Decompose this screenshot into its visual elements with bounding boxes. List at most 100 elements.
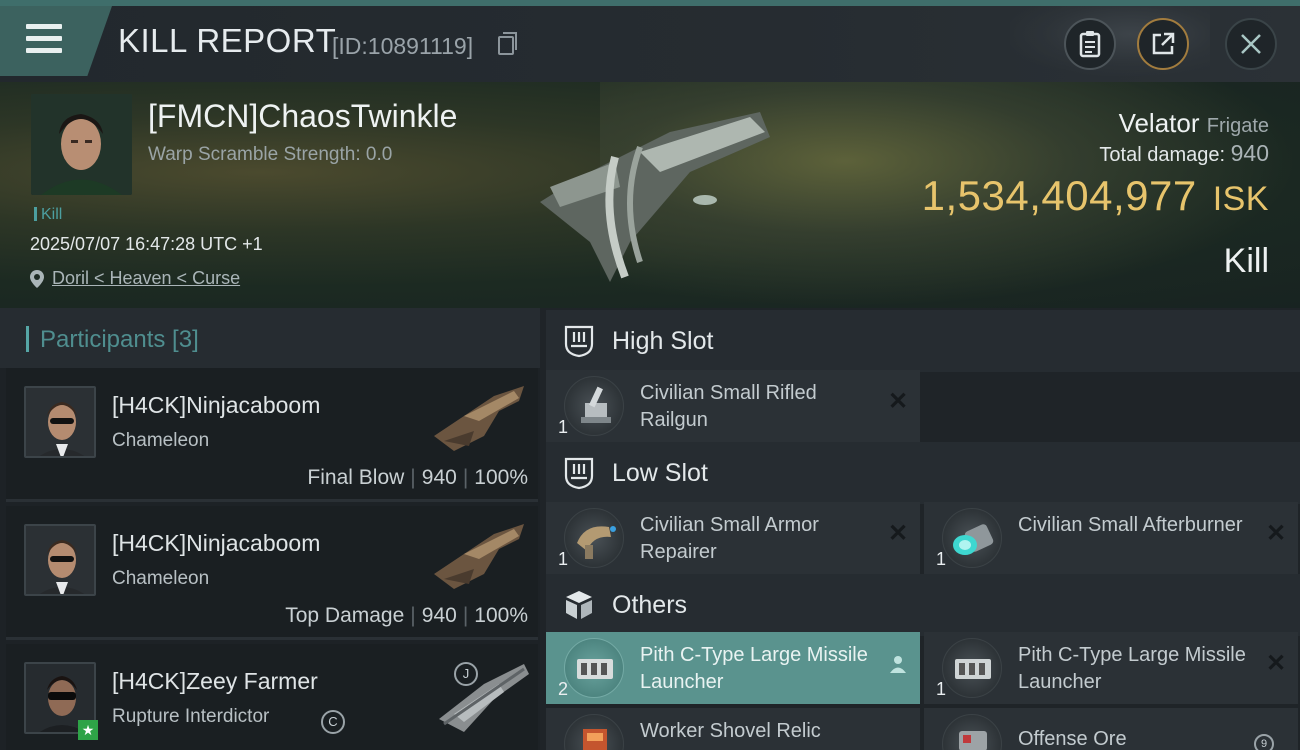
warp-scramble-strength: Warp Scramble Strength: 0.0 xyxy=(148,144,393,165)
menu-icon xyxy=(26,24,62,54)
item-name: Civilian Small Afterburner xyxy=(1018,514,1243,536)
participant-ship: Rupture Interdictor xyxy=(112,706,270,727)
star-badge-icon: ★ xyxy=(78,720,98,740)
others-label: Others xyxy=(612,591,688,619)
fitting-item[interactable]: 1 Civilian Small Rifled Railgun ✕ xyxy=(546,370,920,442)
location-link[interactable]: Doril < Heaven < Curse xyxy=(52,268,240,289)
railgun-icon xyxy=(564,376,624,436)
participant-stats: Top Damage | 940 | 100% xyxy=(285,604,528,627)
fitting-item[interactable]: Offense Ore 9 xyxy=(924,708,1298,750)
item-name: Civilian Small Rifled Railgun xyxy=(640,382,817,431)
item-name: Offense Ore xyxy=(1018,728,1127,750)
participant-stats: Final Blow | 940 | 100% xyxy=(307,466,528,489)
item-quantity: 1 xyxy=(558,417,569,437)
clipboard-button[interactable] xyxy=(1064,18,1116,70)
victim-name: [FMCN]ChaosTwinkle xyxy=(148,98,458,134)
participant-percent: 100% xyxy=(474,604,528,627)
missile-launcher-icon xyxy=(564,638,624,698)
location-pin-icon xyxy=(30,269,44,288)
high-slot-icon xyxy=(564,325,594,358)
high-slot-label: High Slot xyxy=(612,327,714,355)
destroyed-x-icon: ✕ xyxy=(888,520,909,547)
participant-ship-image xyxy=(434,524,524,589)
participant-role: Final Blow xyxy=(307,466,405,489)
avatar[interactable] xyxy=(24,524,96,596)
item-quantity: 1 xyxy=(936,549,947,569)
victim-banner: [FMCN]ChaosTwinkle Warp Scramble Strengt… xyxy=(0,82,1300,308)
share-button[interactable] xyxy=(1137,18,1189,70)
fitting-item[interactable]: 1 Pith C-Type Large Missile Launcher ✕ xyxy=(924,632,1298,704)
ore-icon xyxy=(942,714,1002,750)
victim-portrait[interactable] xyxy=(31,94,132,195)
item-name: Pith C-Type Large Missile Launcher xyxy=(1018,644,1246,693)
participant-row[interactable]: ★ [H4CK]Zeey Farmer Rupture Interdictor … xyxy=(6,644,538,750)
destroyed-x-icon: ✕ xyxy=(1266,650,1287,677)
participant-ship: Chameleon xyxy=(112,568,210,589)
total-damage-label: Total damage: xyxy=(1099,144,1226,166)
participant-name: [H4CK]Ninjacaboom xyxy=(112,530,321,556)
afterburner-icon xyxy=(942,508,1002,568)
report-id: [ID:10891119] xyxy=(332,33,474,59)
copy-icon[interactable] xyxy=(498,32,517,55)
missile-launcher-icon xyxy=(942,638,1002,698)
victim-ship-image xyxy=(540,112,770,282)
isk-unit: ISK xyxy=(1212,180,1269,218)
armor-repairer-icon xyxy=(564,508,624,568)
low-slot-header: Low Slot xyxy=(546,442,1300,504)
ship-class: Frigate xyxy=(1206,115,1269,137)
item-quantity: 2 xyxy=(558,679,569,699)
participant-ship-image xyxy=(434,386,524,451)
low-slot-label: Low Slot xyxy=(612,459,708,487)
dropped-person-icon xyxy=(888,654,908,674)
destroyed-x-icon: ✕ xyxy=(1266,520,1287,547)
clipboard-icon xyxy=(1079,31,1101,58)
relic-icon xyxy=(564,714,624,750)
destroyed-x-icon: ✕ xyxy=(888,388,909,415)
participant-row[interactable]: [H4CK]Ninjacaboom Chameleon Top Damage | 9… xyxy=(6,506,538,640)
kill-location[interactable]: Doril < Heaven < Curse xyxy=(30,268,240,289)
fitting-item[interactable]: Worker Shovel Relic xyxy=(546,708,920,750)
close-button[interactable] xyxy=(1225,18,1277,70)
item-quantity: 1 xyxy=(936,679,947,699)
total-damage-value: 940 xyxy=(1230,140,1269,166)
result-label: Kill xyxy=(1223,242,1269,280)
victim-ship: Velator Frigate xyxy=(1119,108,1269,139)
isk-amount: 1,534,404,977 xyxy=(921,172,1197,219)
isk-value: 1,534,404,977 ISK xyxy=(922,172,1269,220)
item-name: Civilian Small Armor Repairer xyxy=(640,514,819,563)
participants-title: Participants [3] xyxy=(40,326,199,353)
others-header: Others xyxy=(546,574,1300,636)
kill-tag: Kill xyxy=(34,206,62,224)
total-damage: Total damage: 940 xyxy=(1099,140,1269,167)
share-icon xyxy=(1152,32,1175,55)
fitting-item[interactable]: 1 Civilian Small Armor Repairer ✕ xyxy=(546,502,920,574)
item-quantity: 1 xyxy=(558,549,569,569)
participant-role: Top Damage xyxy=(285,604,405,627)
kill-datetime: 2025/07/07 16:47:28 UTC +1 xyxy=(30,234,263,254)
fitting-item[interactable]: 1 Civilian Small Afterburner ✕ xyxy=(924,502,1298,574)
participant-damage: 940 xyxy=(421,466,457,489)
close-icon xyxy=(1241,34,1261,54)
participant-ship: Chameleon xyxy=(112,430,210,451)
cube-icon xyxy=(566,591,592,619)
item-badge-icon: 9 xyxy=(1254,734,1274,750)
ship-badge-icon: C xyxy=(321,710,345,734)
low-slot-icon xyxy=(564,457,594,490)
item-name: Worker Shovel Relic xyxy=(640,720,821,742)
participants-header: Participants [3] xyxy=(0,308,540,368)
participants-panel: Participants [3] [H4CK]Ninjacaboom Chame… xyxy=(0,308,540,750)
participant-row[interactable]: [H4CK]Ninjacaboom Chameleon Final Blow | 9… xyxy=(6,368,538,502)
participant-damage: 940 xyxy=(421,604,457,627)
participant-percent: 100% xyxy=(474,466,528,489)
participant-ship-image xyxy=(439,664,529,732)
fittings-panel: High Slot 1 Civilian Small Rifled Railgu… xyxy=(540,308,1300,750)
image-badge-icon: J xyxy=(454,662,478,686)
item-name: Pith C-Type Large Missile Launcher xyxy=(640,644,868,693)
page-title: KILL REPORT xyxy=(118,22,337,59)
avatar[interactable] xyxy=(24,386,96,458)
high-slot-header: High Slot xyxy=(546,310,1300,372)
participant-name: [H4CK]Zeey Farmer xyxy=(112,668,318,694)
ship-name: Velator xyxy=(1118,108,1200,138)
fitting-item-selected[interactable]: 2 Pith C-Type Large Missile Launcher xyxy=(546,632,920,704)
participant-name: [H4CK]Ninjacaboom xyxy=(112,392,321,418)
